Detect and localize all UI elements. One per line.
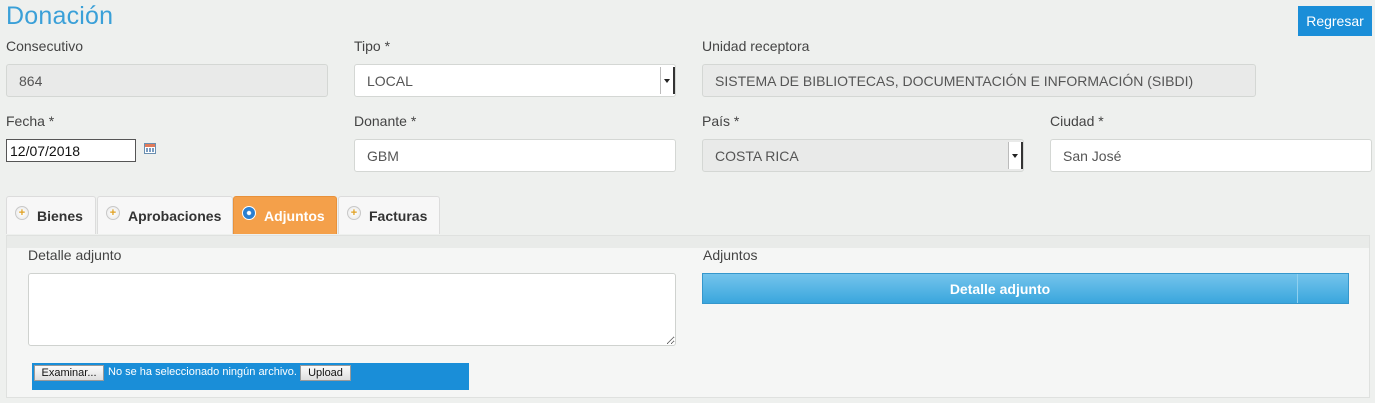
fecha-input[interactable]: 12/07/2018 — [6, 139, 136, 162]
plus-circle-icon: + — [15, 205, 29, 220]
no-file-text: No se ha seleccionado ningún archivo. — [108, 366, 297, 378]
upload-button[interactable]: Upload — [300, 365, 351, 381]
ciudad-label: Ciudad * — [1050, 113, 1104, 129]
panel-header-strip — [7, 236, 1369, 248]
donante-field[interactable]: GBM — [354, 139, 676, 172]
back-button[interactable]: Regresar — [1298, 6, 1372, 36]
grid-column-detalle[interactable]: Detalle adjunto — [703, 281, 1297, 297]
unidad-value: SISTEMA DE BIBLIOTECAS, DOCUMENTACIÓN E … — [715, 72, 1194, 89]
tipo-value: LOCAL — [367, 72, 413, 89]
consecutivo-value: 864 — [19, 72, 43, 89]
plus-circle-icon: + — [106, 205, 120, 220]
minus-circle-icon — [242, 205, 256, 220]
tab-bienes[interactable]: + Bienes — [6, 196, 96, 234]
tab-facturas[interactable]: + Facturas — [338, 196, 440, 234]
adjuntos-grid-header: Detalle adjunto — [702, 273, 1349, 304]
pais-select[interactable]: COSTA RICA — [702, 139, 1024, 172]
donante-value: GBM — [367, 147, 399, 164]
unidad-field: SISTEMA DE BIBLIOTECAS, DOCUMENTACIÓN E … — [702, 64, 1256, 97]
calendar-icon[interactable] — [144, 143, 156, 154]
donante-label: Donante * — [354, 113, 417, 129]
chevron-down-icon[interactable] — [1008, 142, 1023, 169]
browse-button[interactable]: Examinar... — [34, 365, 104, 381]
consecutivo-field: 864 — [6, 64, 328, 97]
unidad-label: Unidad receptora — [702, 38, 810, 54]
tipo-select[interactable]: LOCAL — [354, 64, 676, 97]
tab-label: Adjuntos — [264, 207, 325, 224]
detalle-adjunto-textarea[interactable] — [28, 273, 676, 346]
ciudad-field[interactable]: San José — [1050, 139, 1372, 172]
ciudad-value: San José — [1063, 147, 1122, 164]
fecha-label: Fecha * — [6, 113, 55, 129]
consecutivo-label: Consecutivo — [6, 38, 84, 54]
tab-label: Bienes — [37, 207, 83, 224]
grid-column-actions — [1297, 274, 1348, 303]
adjuntos-list-label: Adjuntos — [703, 247, 758, 263]
detalle-adjunto-label: Detalle adjunto — [28, 247, 122, 263]
page-title: Donación — [6, 2, 114, 30]
plus-circle-icon: + — [347, 205, 361, 220]
pais-value: COSTA RICA — [715, 147, 799, 164]
fecha-value: 12/07/2018 — [10, 142, 81, 159]
tab-label: Aprobaciones — [128, 207, 222, 224]
chevron-down-icon[interactable] — [660, 67, 675, 94]
tab-label: Facturas — [369, 207, 428, 224]
tab-adjuntos[interactable]: Adjuntos — [233, 196, 337, 234]
tab-aprobaciones[interactable]: + Aprobaciones — [97, 196, 233, 234]
tipo-label: Tipo * — [354, 38, 391, 54]
pais-label: País * — [702, 113, 740, 129]
